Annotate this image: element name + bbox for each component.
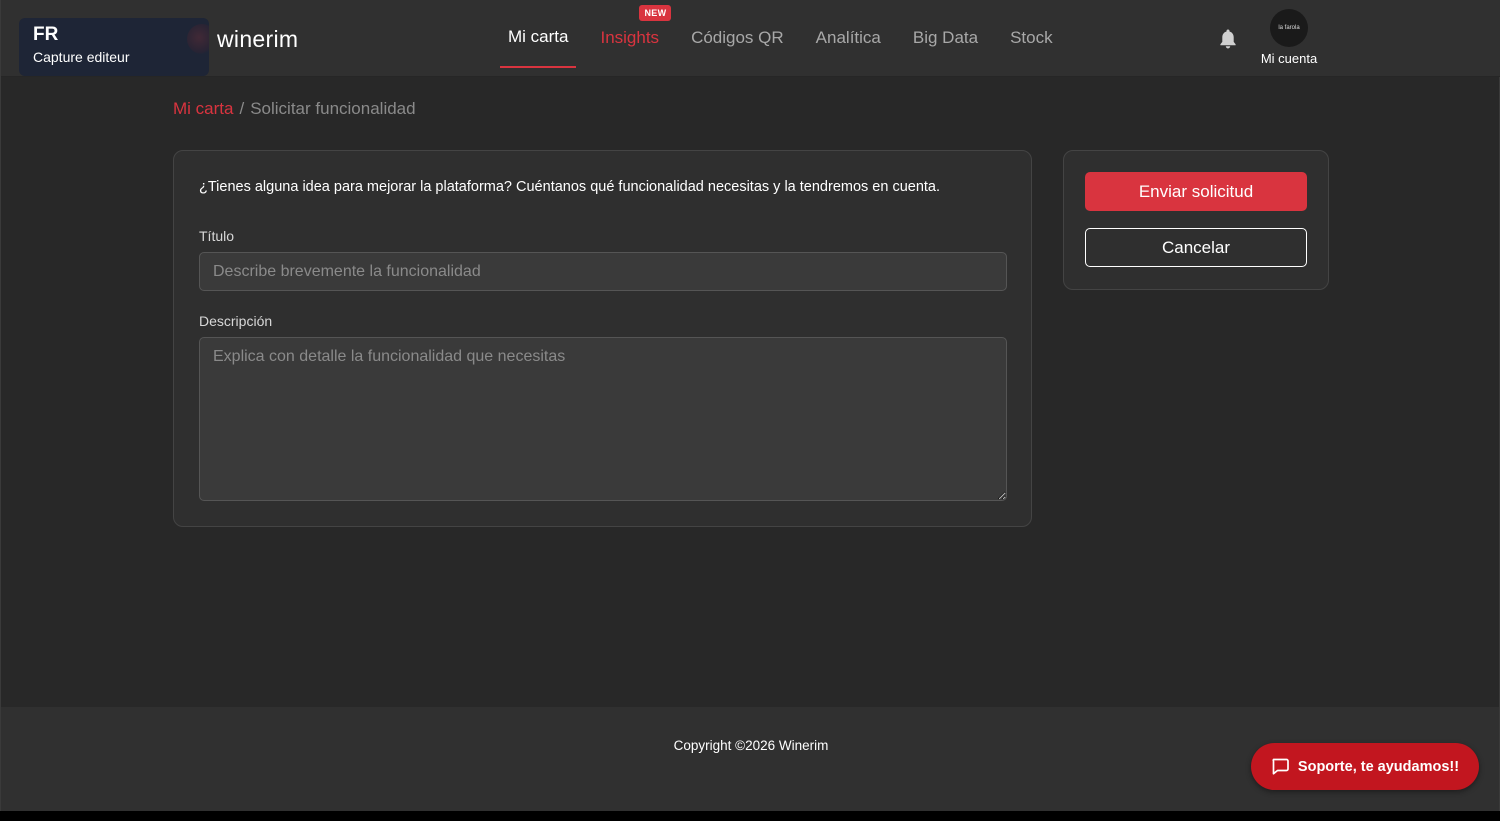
description-label: Descripción xyxy=(199,313,273,329)
nav-item-label: Stock xyxy=(1010,28,1053,47)
breadcrumb-link-mi-carta[interactable]: Mi carta xyxy=(173,99,233,118)
organization-switcher[interactable]: FR Capture editeur xyxy=(19,18,209,76)
app-window: FR Capture editeur winerim Mi carta NEW … xyxy=(0,0,1500,811)
submit-request-button[interactable]: Enviar solicitud xyxy=(1085,172,1307,211)
title-label: Título xyxy=(199,228,235,244)
nav-item-label: Big Data xyxy=(912,28,979,47)
top-navbar: FR Capture editeur winerim Mi carta NEW … xyxy=(1,0,1500,77)
account-menu[interactable]: la farola Mi cuenta xyxy=(1249,9,1329,66)
nav-item-label: Analítica xyxy=(815,28,881,47)
support-label: Soporte, te ayudamos!! xyxy=(1297,758,1460,775)
actions-panel: Enviar solicitud Cancelar xyxy=(1063,150,1329,290)
support-chat-button[interactable]: Soporte, te ayudamos!! xyxy=(1251,743,1479,790)
org-code: FR xyxy=(33,24,59,45)
feature-request-form: ¿Tienes alguna idea para mejorar la plat… xyxy=(173,150,1032,527)
breadcrumb-current: Solicitar funcionalidad xyxy=(250,99,416,118)
avatar-text: la farola xyxy=(1278,25,1300,31)
footer: Copyright ©2026 Winerim Soporte, te ayud… xyxy=(1,707,1499,811)
app-logo[interactable]: winerim xyxy=(217,26,298,53)
nav-item-label: Insights xyxy=(600,28,660,47)
description-textarea[interactable] xyxy=(199,337,1007,501)
org-subtitle: Capture editeur xyxy=(33,49,130,65)
new-badge: NEW xyxy=(639,5,672,21)
form-intro-text: ¿Tienes alguna idea para mejorar la plat… xyxy=(199,179,941,195)
nav-item-codigos-qr[interactable]: Códigos QR xyxy=(683,8,792,68)
chat-bubble-icon xyxy=(1272,758,1289,775)
bell-icon[interactable] xyxy=(1218,28,1238,50)
nav-item-insights[interactable]: NEW Insights xyxy=(592,5,672,68)
avatar: la farola xyxy=(1270,9,1308,47)
cancel-button[interactable]: Cancelar xyxy=(1085,228,1307,267)
nav-item-analitica[interactable]: Analítica xyxy=(808,8,889,68)
account-label: Mi cuenta xyxy=(1260,51,1318,66)
breadcrumb: Mi carta / Solicitar funcionalidad xyxy=(173,99,416,119)
main-nav: Mi carta NEW Insights Códigos QR Analíti… xyxy=(500,0,1077,77)
breadcrumb-separator: / xyxy=(239,99,245,118)
org-logo-icon xyxy=(187,24,209,54)
nav-item-big-data[interactable]: Big Data xyxy=(905,8,986,68)
nav-item-label: Códigos QR xyxy=(691,28,784,47)
nav-item-label: Mi carta xyxy=(508,27,569,46)
nav-item-stock[interactable]: Stock xyxy=(1002,8,1061,68)
title-input[interactable] xyxy=(199,252,1007,291)
nav-item-mi-carta[interactable]: Mi carta xyxy=(500,8,577,68)
